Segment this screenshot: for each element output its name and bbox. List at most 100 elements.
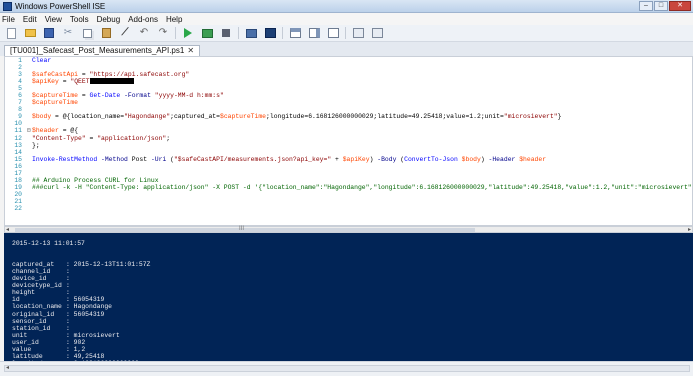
- code-text: ###curl -k -H "Content-Type: application…: [32, 183, 692, 191]
- code-line[interactable]: 1 Clear: [5, 57, 692, 64]
- code-line[interactable]: 12 "Content-Type" = "application/json";: [5, 135, 692, 142]
- field-value: 2015-12-13T11:01:57Z: [73, 261, 151, 269]
- close-button[interactable]: ✕: [669, 1, 691, 11]
- line-number: 5: [18, 85, 22, 93]
- minimize-button[interactable]: –: [639, 1, 653, 11]
- console-field-row: station_id:: [12, 325, 693, 332]
- line-number: 14: [14, 148, 22, 156]
- window-controls: – □ ✕: [639, 1, 691, 11]
- open-icon[interactable]: [23, 27, 37, 40]
- field-separator: :: [66, 317, 74, 325]
- cut-icon[interactable]: ✂: [61, 27, 75, 40]
- code-line[interactable]: 10: [5, 120, 692, 127]
- field-separator: :: [66, 275, 74, 283]
- console-field-row: user_id: 902: [12, 339, 693, 346]
- menu-add-ons[interactable]: Add-ons: [128, 15, 158, 24]
- save-icon[interactable]: [42, 27, 56, 40]
- run-icon[interactable]: [181, 27, 195, 40]
- run-selection-icon[interactable]: [200, 27, 214, 40]
- menu-tools[interactable]: Tools: [70, 15, 89, 24]
- code-line[interactable]: 13};: [5, 142, 692, 149]
- console-timestamp: 2015-12-13 11:01:57: [12, 240, 85, 248]
- code-text: $captureTime = Get-Date -Format "yyyy-MM…: [32, 92, 224, 100]
- paste-icon[interactable]: [99, 27, 113, 40]
- scrollbar-thumb[interactable]: [15, 228, 475, 232]
- code-line[interactable]: 9 $body = @{location_name="Hagondange";ca…: [5, 113, 692, 120]
- field-separator: :: [66, 303, 74, 311]
- menu-help[interactable]: Help: [166, 15, 182, 24]
- field-key: original_id: [12, 310, 55, 318]
- field-separator: :: [66, 282, 74, 290]
- redo-icon[interactable]: ↷: [156, 27, 170, 40]
- title-bar: Windows PowerShell ISE – □ ✕: [0, 0, 693, 13]
- code-line[interactable]: 7 $captureTime: [5, 99, 692, 106]
- editor-horizontal-scrollbar[interactable]: ◂ III ▸: [4, 226, 693, 233]
- line-number: 6: [18, 92, 22, 100]
- scroll-left-icon[interactable]: ◂: [6, 226, 9, 233]
- copy-icon[interactable]: [80, 27, 94, 40]
- field-key: device_id: [12, 275, 47, 283]
- field-separator: :: [66, 310, 74, 318]
- line-number: 18: [14, 176, 22, 184]
- code-line[interactable]: 4 $apiKey = "QEET: [5, 78, 692, 85]
- console-pane[interactable]: 2015-12-13 11:01:57 captured_at: 2015-12…: [4, 233, 693, 361]
- stop-icon[interactable]: [219, 27, 233, 40]
- field-separator: :: [66, 345, 74, 353]
- scrollbar-grip-icon: III: [239, 226, 245, 232]
- code-line[interactable]: 11 ⊟$header = @{: [5, 127, 692, 134]
- redacted-api-key: [89, 78, 134, 85]
- field-separator: :: [66, 324, 74, 332]
- console-icon[interactable]: [263, 27, 277, 40]
- code-line[interactable]: 6 $captureTime = Get-Date -Format "yyyy-M…: [5, 92, 692, 99]
- toolbar: ✂ ⟋ ↶ ↷: [0, 25, 693, 42]
- menu-file[interactable]: File: [2, 15, 15, 24]
- line-number: 19: [14, 183, 22, 191]
- script-tab[interactable]: [TU001]_Safecast_Post_Measurements_API.p…: [4, 45, 201, 56]
- field-key: height: [12, 289, 36, 297]
- code-line[interactable]: 18 ## Arduino Process CURL for Linux: [5, 177, 692, 184]
- console-horizontal-scrollbar[interactable]: ◂: [4, 365, 690, 372]
- pane-top-icon[interactable]: [288, 27, 302, 40]
- scroll-right-icon[interactable]: ▸: [688, 226, 691, 233]
- maximize-button[interactable]: □: [654, 1, 668, 11]
- console-field-row: original_id: 56054319: [12, 311, 693, 318]
- console-field-row: unit: microsievert: [12, 332, 693, 339]
- code-line[interactable]: 2: [5, 64, 692, 71]
- menu-debug[interactable]: Debug: [97, 15, 121, 24]
- code-line[interactable]: 8: [5, 106, 692, 113]
- code-line[interactable]: 22: [5, 205, 692, 212]
- menu-bar: File Edit View Tools Debug Add-ons Help: [0, 13, 693, 25]
- pane-right-icon[interactable]: [307, 27, 321, 40]
- field-value: 1,2: [73, 345, 86, 353]
- field-value: Hagondange: [73, 303, 113, 311]
- new-icon[interactable]: [4, 27, 18, 40]
- scroll-left-icon[interactable]: ◂: [6, 364, 9, 371]
- clear-icon[interactable]: ⟋: [118, 27, 132, 40]
- code-line[interactable]: 16: [5, 163, 692, 170]
- undo-icon[interactable]: ↶: [137, 27, 151, 40]
- menu-view[interactable]: View: [45, 15, 62, 24]
- code-line[interactable]: 19 ###curl -k -H "Content-Type: applicati…: [5, 184, 692, 191]
- menu-edit[interactable]: Edit: [23, 15, 37, 24]
- code-line[interactable]: 17: [5, 170, 692, 177]
- code-line[interactable]: 3 $safeCastApi = "https://api.safecast.or…: [5, 71, 692, 78]
- pane-max-icon[interactable]: [326, 27, 340, 40]
- remote-icon[interactable]: [244, 27, 258, 40]
- field-key: location_name: [12, 303, 62, 311]
- code-line[interactable]: 14: [5, 149, 692, 156]
- code-line[interactable]: 20: [5, 191, 692, 198]
- close-tab-icon[interactable]: ✕: [187, 46, 194, 56]
- field-key: user_id: [12, 338, 39, 346]
- addon-icon[interactable]: [370, 27, 384, 40]
- script-editor[interactable]: 1 Clear 2 3 $safeCastApi = "https://api.safe…: [4, 56, 693, 226]
- code-line[interactable]: 15 Invoke-RestMethod -Method Post -Uri ("…: [5, 156, 692, 163]
- field-value: 49,25418: [73, 352, 105, 360]
- commands-icon[interactable]: [351, 27, 365, 40]
- code-line[interactable]: 5: [5, 85, 692, 92]
- line-number: 3: [18, 71, 22, 79]
- console-field-row: height:: [12, 289, 693, 296]
- code-line[interactable]: 21: [5, 198, 692, 205]
- code-text: Clear: [32, 57, 52, 64]
